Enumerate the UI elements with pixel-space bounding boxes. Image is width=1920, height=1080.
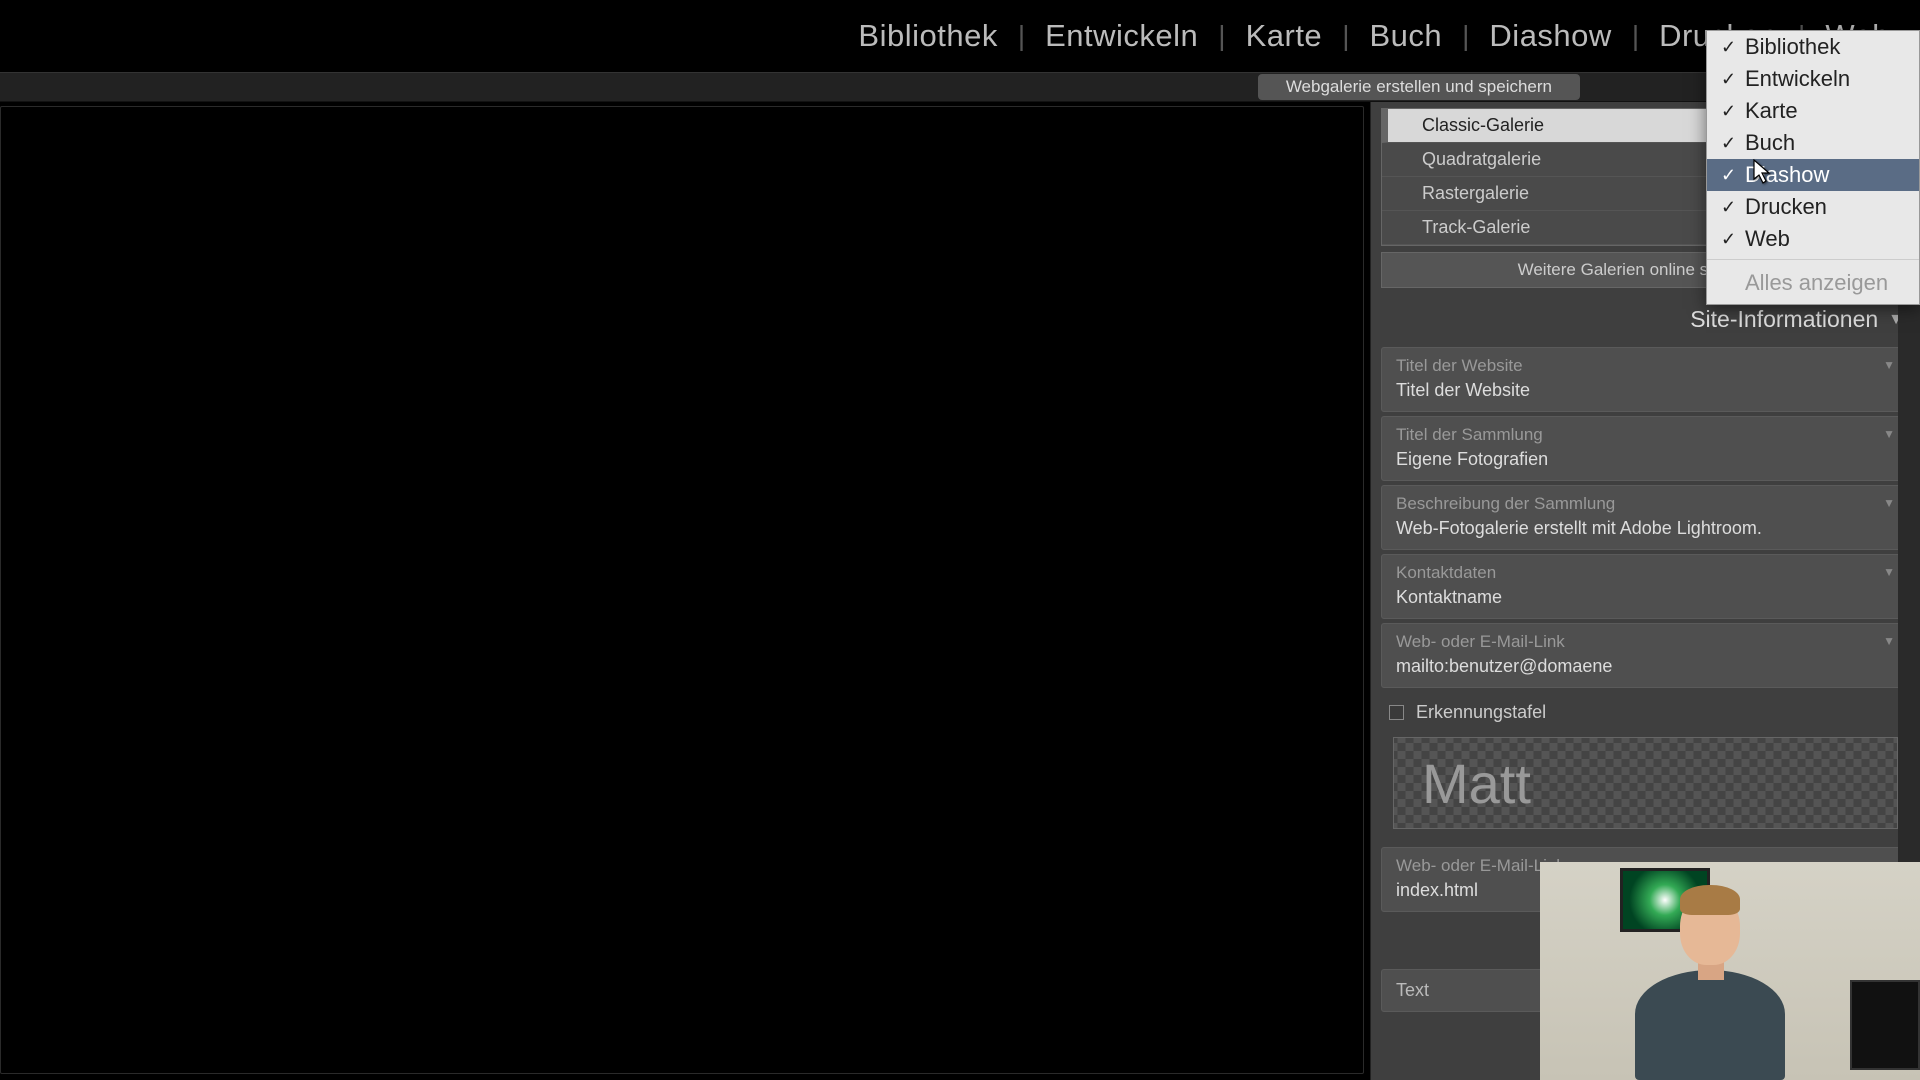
chevron-down-icon[interactable]: ▼ (1883, 634, 1895, 648)
person (1635, 970, 1785, 1080)
check-icon: ✓ (1721, 229, 1737, 250)
nav-diashow[interactable]: Diashow (1469, 18, 1631, 54)
field-web-mail[interactable]: Web- oder E-Mail-Link mailto:benutzer@do… (1381, 623, 1910, 688)
color-text-label: Text (1396, 980, 1429, 1001)
contact-value[interactable]: Kontaktname (1396, 587, 1895, 608)
chevron-down-icon[interactable]: ▼ (1883, 496, 1895, 510)
nav-buch[interactable]: Buch (1349, 18, 1462, 54)
collection-desc-label: Beschreibung der Sammlung (1396, 494, 1895, 514)
check-icon: ✓ (1721, 101, 1737, 122)
menu-item-entwickeln[interactable]: ✓Entwickeln (1707, 63, 1919, 95)
field-collection-title[interactable]: Titel der Sammlung Eigene Fotografien ▼ (1381, 416, 1910, 481)
check-icon: ✓ (1721, 165, 1737, 186)
web-mail-value[interactable]: mailto:benutzer@domaene (1396, 656, 1895, 677)
check-icon: ✓ (1721, 133, 1737, 154)
section-site-info-label: Site-Informationen (1690, 306, 1878, 333)
chevron-down-icon[interactable]: ▼ (1883, 358, 1895, 372)
field-contact[interactable]: Kontaktdaten Kontaktname ▼ (1381, 554, 1910, 619)
identity-plate-text: Matt (1422, 751, 1531, 816)
chevron-down-icon[interactable]: ▼ (1883, 565, 1895, 579)
web-mail-label: Web- oder E-Mail-Link (1396, 632, 1895, 652)
menu-item-show-all[interactable]: Alles anzeigen (1707, 264, 1919, 304)
site-title-label: Titel der Website (1396, 356, 1895, 376)
check-icon: ✓ (1721, 69, 1737, 90)
check-icon: ✓ (1721, 197, 1737, 218)
menu-item-drucken[interactable]: ✓Drucken (1707, 191, 1919, 223)
check-icon: ✓ (1721, 37, 1737, 58)
identity-plate-preview[interactable]: Matt (1393, 737, 1898, 829)
menu-item-bibliothek[interactable]: ✓Bibliothek (1707, 31, 1919, 63)
collection-title-value[interactable]: Eigene Fotografien (1396, 449, 1895, 470)
menu-item-web[interactable]: ✓Web (1707, 223, 1919, 255)
menu-item-diashow[interactable]: ✓Diashow (1707, 159, 1919, 191)
module-picker: Bibliothek | Entwickeln | Karte | Buch |… (0, 0, 1920, 72)
field-site-title[interactable]: Titel der Website Titel der Website ▼ (1381, 347, 1910, 412)
nav-karte[interactable]: Karte (1226, 18, 1343, 54)
collection-title-label: Titel der Sammlung (1396, 425, 1895, 445)
monitor-prop (1850, 980, 1920, 1070)
site-title-value[interactable]: Titel der Website (1396, 380, 1895, 401)
identity-plate-label: Erkennungstafel (1416, 702, 1546, 723)
nav-bibliothek[interactable]: Bibliothek (838, 18, 1017, 54)
web-preview-canvas (0, 106, 1364, 1074)
webcam-overlay (1540, 862, 1920, 1080)
nav-entwickeln[interactable]: Entwickeln (1025, 18, 1218, 54)
menu-item-karte[interactable]: ✓Karte (1707, 95, 1919, 127)
create-save-gallery-button[interactable]: Webgalerie erstellen und speichern (1258, 74, 1580, 100)
module-visibility-menu: ✓Bibliothek ✓Entwickeln ✓Karte ✓Buch ✓Di… (1706, 30, 1920, 305)
chevron-down-icon[interactable]: ▼ (1883, 427, 1895, 441)
identity-plate-row: Erkennungstafel (1371, 692, 1920, 733)
collection-desc-value[interactable]: Web-Fotogalerie erstellt mit Adobe Light… (1396, 518, 1895, 539)
identity-plate-checkbox[interactable] (1389, 705, 1404, 720)
web-toolbar: Webgalerie erstellen und speichern (0, 72, 1920, 102)
menu-item-buch[interactable]: ✓Buch (1707, 127, 1919, 159)
field-collection-desc[interactable]: Beschreibung der Sammlung Web-Fotogaleri… (1381, 485, 1910, 550)
menu-separator (1707, 259, 1919, 260)
contact-label: Kontaktdaten (1396, 563, 1895, 583)
